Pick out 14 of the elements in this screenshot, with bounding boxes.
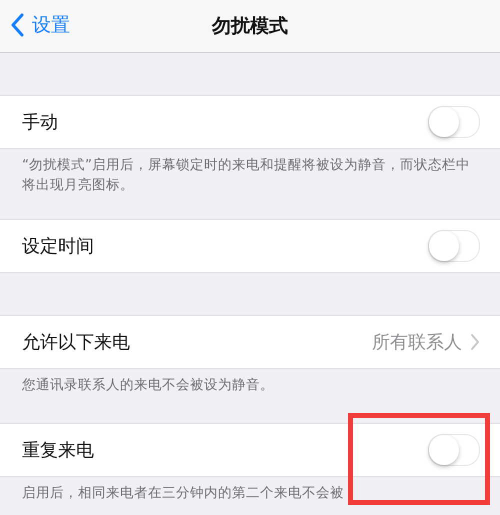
chevron-right-icon [470, 333, 480, 351]
toggle-switch[interactable] [428, 106, 480, 138]
settings-row[interactable]: 设定时间 [0, 219, 500, 273]
section-footer-text: 启用后，相同来电者在三分钟内的第二个来电不会被 [21, 484, 345, 503]
screen-title: 勿扰模式 [212, 14, 288, 39]
back-chevron-icon [10, 13, 24, 37]
toggle-switch[interactable] [428, 434, 480, 466]
settings-row[interactable]: 允许以下来电 所有联系人 [0, 315, 500, 369]
settings-row[interactable]: 手动 [0, 95, 500, 149]
section-footer-text: 您通讯录联系人的来电不会被设为静音。 [21, 376, 275, 395]
back-button[interactable]: 设置 [10, 12, 70, 38]
section-footer-text: “勿扰模式”启用后，屏幕锁定时的来电和提醒将被设为静音，而状态栏中将出现月亮图标。 [21, 156, 471, 195]
toggle-switch[interactable] [428, 230, 480, 262]
settings-row[interactable]: 重复来电 [0, 423, 500, 477]
